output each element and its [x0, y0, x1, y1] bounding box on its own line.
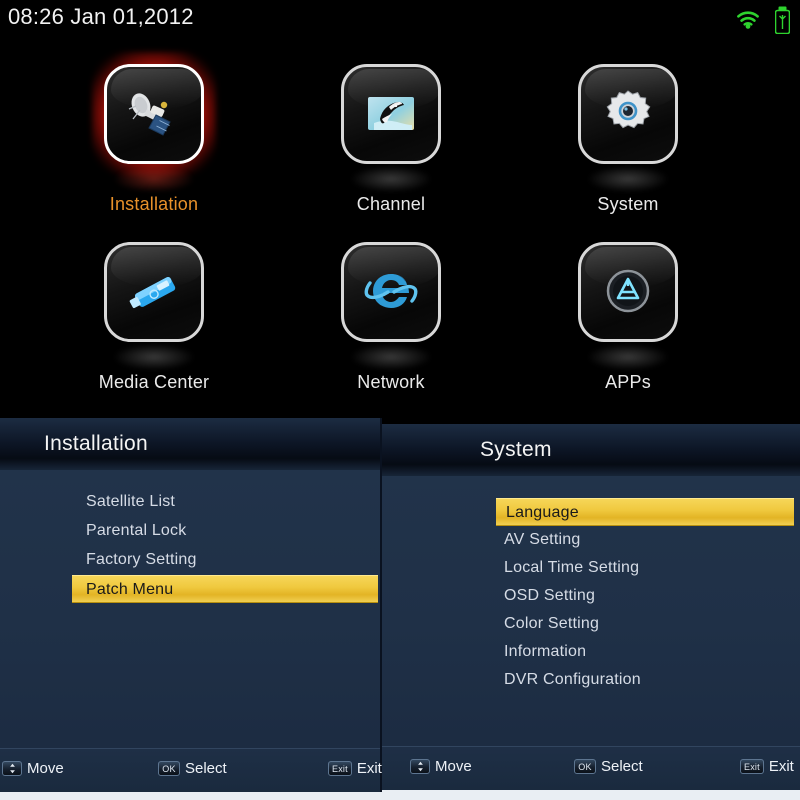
menu-item-av-setting[interactable]: AV Setting [382, 526, 800, 554]
exit-key-icon: Exit [740, 759, 764, 774]
menu-tile-installation[interactable]: Installation [69, 52, 239, 215]
hint-move: Move [410, 758, 472, 775]
hint-select-label: Select [185, 760, 227, 777]
menu-tile-system[interactable]: System [543, 64, 713, 215]
system-panel: System Language AV Setting Local Time Se… [382, 424, 800, 790]
menu-label-network: Network [357, 372, 425, 392]
arrow-keys-icon [410, 759, 430, 774]
satellite-icon [104, 64, 204, 164]
system-menu-list: Language AV Setting Local Time Setting O… [382, 498, 800, 694]
gear-icon [578, 64, 678, 164]
menu-label-installation: Installation [109, 194, 199, 214]
menu-item-parental-lock[interactable]: Parental Lock [0, 517, 380, 545]
status-bar: 08:26 Jan 01,2012 [0, 0, 800, 42]
menu-tile-channel[interactable]: Channel [306, 64, 476, 215]
tile-reflection [114, 166, 194, 192]
hint-move-label: Move [27, 760, 64, 777]
ok-key-icon: OK [574, 759, 596, 774]
menu-item-local-time-setting[interactable]: Local Time Setting [382, 554, 800, 582]
tile-reflection [588, 166, 668, 192]
menu-item-factory-setting[interactable]: Factory Setting [0, 546, 380, 574]
tile-reflection [351, 166, 431, 192]
tile-reflection [588, 344, 668, 370]
arrow-keys-icon [2, 761, 22, 776]
app-store-icon [578, 242, 678, 342]
tv-orca-icon [341, 64, 441, 164]
menu-tile-media-center[interactable]: Media Center [69, 242, 239, 393]
ok-key-icon: OK [158, 761, 180, 776]
hint-move: Move [2, 760, 64, 777]
main-menu-grid: Installation Channel System Media Center… [0, 42, 800, 417]
hint-exit: Exit Exit [740, 758, 794, 775]
menu-item-osd-setting[interactable]: OSD Setting [382, 582, 800, 610]
menu-label-system: System [597, 194, 659, 214]
menu-item-satellite-list[interactable]: Satellite List [0, 488, 380, 516]
wifi-icon [735, 9, 761, 31]
installation-panel-footer: Move OK Select Exit Exit [0, 748, 382, 792]
installation-menu-list: Satellite List Parental Lock Factory Set… [0, 488, 380, 603]
menu-item-dvr-configuration[interactable]: DVR Configuration [382, 666, 800, 694]
installation-panel: Installation Satellite List Parental Loc… [0, 418, 382, 792]
menu-label-channel: Channel [356, 194, 426, 214]
menu-label-apps: APPs [605, 372, 651, 392]
menu-item-color-setting[interactable]: Color Setting [382, 610, 800, 638]
hint-exit: Exit Exit [328, 760, 382, 777]
hint-select: OK Select [158, 760, 227, 777]
exit-key-icon: Exit [328, 761, 352, 776]
installation-panel-title: Installation [44, 432, 148, 455]
system-panel-header: System [382, 424, 800, 476]
hint-select: OK Select [574, 758, 643, 775]
menu-tile-apps[interactable]: APPs [543, 242, 713, 393]
usb-drive-icon [775, 6, 790, 34]
menu-item-information[interactable]: Information [382, 638, 800, 666]
hint-exit-label: Exit [768, 758, 794, 775]
tile-reflection [114, 344, 194, 370]
usb-flash-icon [104, 242, 204, 342]
menu-label-media-center: Media Center [98, 372, 210, 392]
system-panel-title: System [480, 438, 552, 461]
hint-select-label: Select [601, 758, 643, 775]
browser-e-icon [341, 242, 441, 342]
system-panel-footer: Move OK Select Exit Exit [382, 746, 800, 790]
hint-exit-label: Exit [356, 760, 382, 777]
hint-move-label: Move [435, 758, 472, 775]
installation-panel-header: Installation [0, 418, 380, 470]
menu-item-language[interactable]: Language [496, 498, 794, 526]
menu-tile-network[interactable]: Network [306, 242, 476, 393]
tile-reflection [351, 344, 431, 370]
status-icon-tray [735, 6, 790, 34]
menu-item-patch-menu[interactable]: Patch Menu [72, 575, 378, 603]
clock-datetime: 08:26 Jan 01,2012 [8, 4, 194, 29]
